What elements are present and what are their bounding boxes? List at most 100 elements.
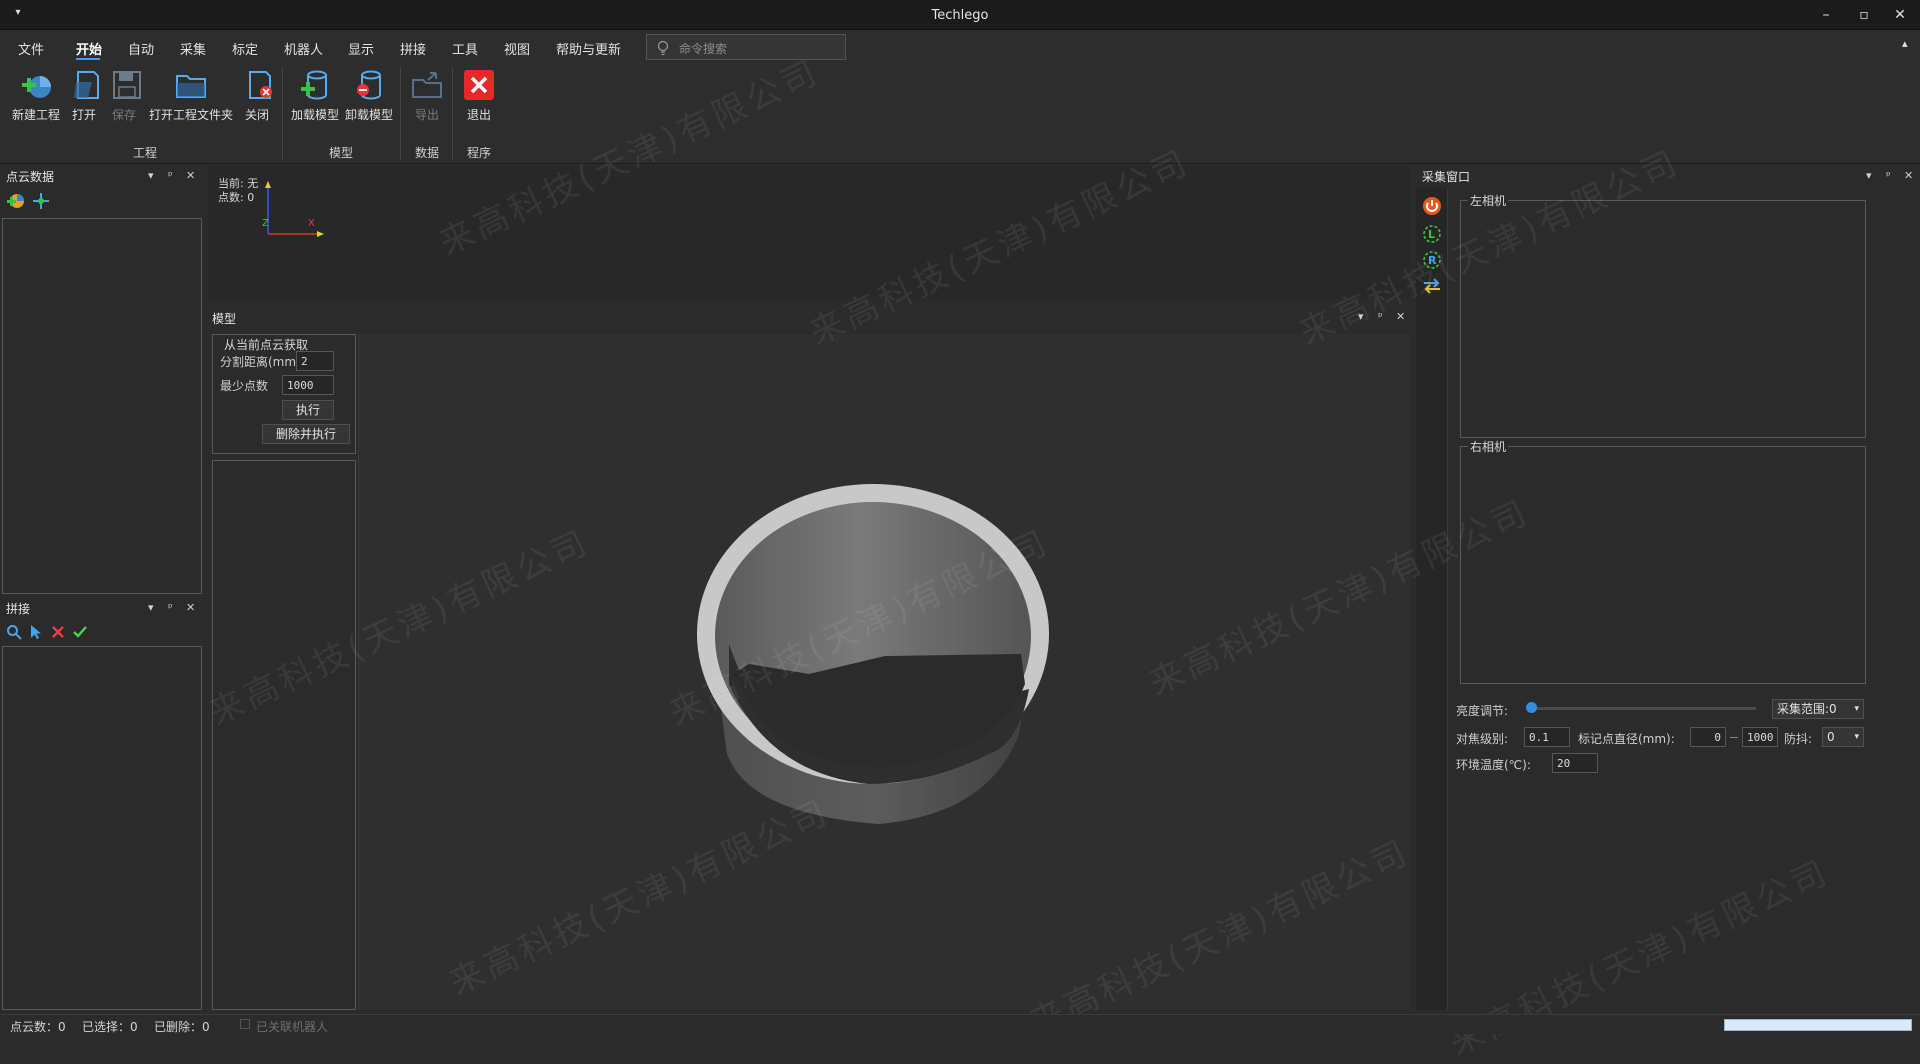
menu-auto[interactable]: 自动 — [128, 39, 154, 58]
open-button[interactable]: 打开 — [70, 68, 99, 123]
save-button[interactable]: 保存 — [110, 68, 141, 123]
delete-and-execute-button[interactable]: 删除并执行 — [262, 424, 350, 444]
temperature-input[interactable] — [1552, 753, 1598, 773]
marker-min-input[interactable] — [1690, 727, 1726, 747]
zoom-icon[interactable] — [6, 624, 22, 640]
unload-model-label: 卸载模型 — [344, 108, 393, 122]
menu-view[interactable]: 视图 — [504, 39, 530, 58]
load-model-button[interactable]: 加载模型 — [290, 68, 340, 123]
marker-diameter-label: 标记点直径(mm): — [1578, 732, 1675, 746]
left-camera-icon[interactable]: L — [1422, 224, 1442, 244]
close-panel-icon[interactable]: ✕ — [186, 601, 195, 614]
new-project-label: 新建工程 — [11, 108, 60, 122]
brightness-label: 亮度调节: — [1456, 704, 1509, 718]
collapse-ribbon-icon[interactable]: ▴ — [1902, 37, 1908, 50]
brightness-slider[interactable] — [1528, 707, 1756, 710]
marker-max-input[interactable] — [1742, 727, 1778, 747]
pointcloud-list[interactable] — [2, 218, 202, 594]
antishake-label: 防抖: — [1784, 732, 1813, 746]
pin-icon[interactable]: ᵖ — [168, 169, 173, 182]
menu-calibrate[interactable]: 标定 — [232, 39, 258, 58]
capture-panel: 采集窗口 ▾ ᵖ ✕ L R 左相机 右相机 亮度调节: 采集范围:0 ▾ 对焦级… — [1414, 166, 1920, 1012]
confirm-check-icon[interactable] — [72, 624, 88, 640]
split-distance-label: 分割距离(mm) — [220, 355, 301, 369]
menu-help-update[interactable]: 帮助与更新 — [556, 39, 621, 58]
model-list[interactable] — [212, 460, 356, 1010]
pointcloud-panel: 点云数据 ▾ ᵖ ✕ — [0, 166, 204, 596]
left-camera-label: 左相机 — [1468, 192, 1509, 209]
points-label: 点数: 0 — [218, 191, 255, 204]
svg-text:R: R — [1428, 254, 1437, 267]
pin-icon[interactable]: ᵖ — [1886, 169, 1891, 182]
right-camera-label: 右相机 — [1468, 438, 1509, 455]
restore-button[interactable]: ▫ — [1852, 4, 1876, 26]
menu-start[interactable]: 开始 — [76, 39, 102, 58]
menu-file[interactable]: 文件 — [18, 39, 44, 58]
3d-viewport[interactable] — [358, 334, 1410, 1010]
menu-capture[interactable]: 采集 — [180, 39, 206, 58]
close-project-button[interactable]: 关闭 — [242, 68, 272, 123]
progress-bar — [1724, 1019, 1912, 1031]
title-bar: ▾ Techlego – ▫ ✕ — [0, 0, 1920, 30]
add-pointcloud-icon[interactable] — [6, 192, 26, 210]
chevron-down-icon: ▾ — [1854, 732, 1859, 742]
panel-menu-icon[interactable]: ▾ — [1866, 169, 1872, 182]
unload-model-icon — [357, 70, 381, 100]
status-deleted: 已删除：0 — [154, 1020, 210, 1034]
brightness-slider-handle[interactable] — [1526, 702, 1537, 713]
group-model-label: 模型 — [328, 146, 353, 160]
menu-tools[interactable]: 工具 — [452, 39, 478, 58]
swap-arrows-icon[interactable] — [1422, 276, 1442, 296]
delete-x-icon[interactable] — [50, 624, 66, 640]
power-icon[interactable] — [1422, 196, 1442, 216]
execute-button[interactable]: 执行 — [282, 400, 334, 420]
range-dropdown[interactable]: 采集范围:0 ▾ — [1772, 699, 1864, 719]
active-menu-indicator — [76, 58, 100, 60]
stitch-list[interactable] — [2, 646, 202, 1010]
command-search-input[interactable]: 命令搜索 — [646, 34, 846, 60]
model-panel: 模型 ▾ ᵖ ✕ 从当前点云获取 分割距离(mm) 最少点数 执行 删除并执行 — [208, 302, 1410, 1012]
open-project-folder-button[interactable]: 打开工程文件夹 — [148, 68, 234, 123]
panel-menu-icon[interactable]: ▾ — [148, 169, 154, 182]
menu-stitch[interactable]: 拼接 — [400, 39, 426, 58]
chevron-down-icon: ▾ — [1854, 704, 1859, 714]
antishake-dropdown[interactable]: 0 ▾ — [1822, 727, 1864, 747]
close-panel-icon[interactable]: ✕ — [1904, 169, 1913, 182]
min-points-label: 最少点数 — [220, 379, 269, 393]
minimize-button[interactable]: – — [1814, 4, 1838, 26]
export-icon — [412, 72, 442, 98]
menu-display[interactable]: 显示 — [348, 39, 374, 58]
left-camera-view[interactable] — [1460, 200, 1866, 438]
exit-button[interactable]: 退出 — [462, 68, 496, 123]
load-model-icon — [301, 70, 327, 100]
close-panel-icon[interactable]: ✕ — [186, 169, 195, 182]
window-title: Techlego — [931, 8, 989, 23]
right-camera-icon[interactable]: R — [1422, 250, 1442, 270]
split-distance-input[interactable] — [296, 351, 334, 371]
close-label: 关闭 — [244, 108, 269, 122]
status-selected: 已选择：0 — [82, 1020, 138, 1034]
menu-robot[interactable]: 机器人 — [284, 39, 323, 58]
select-pointer-icon[interactable] — [28, 624, 44, 640]
pin-icon[interactable]: ᵖ — [168, 601, 173, 614]
split-pointcloud-icon[interactable] — [32, 192, 50, 210]
robot-linked-checkbox[interactable] — [240, 1019, 250, 1029]
panel-menu-icon[interactable]: ▾ — [148, 601, 154, 614]
capture-panel-title: 采集窗口 — [1422, 170, 1471, 184]
right-camera-view[interactable] — [1460, 446, 1866, 684]
new-project-button[interactable]: 新建工程 — [10, 68, 62, 123]
close-window-button[interactable]: ✕ — [1888, 4, 1912, 26]
axis-z-label: Z — [262, 218, 269, 229]
unload-model-button[interactable]: 卸载模型 — [344, 68, 394, 123]
model-panel-title: 模型 — [212, 312, 237, 326]
pin-icon[interactable]: ᵖ — [1378, 310, 1383, 323]
status-points: 点云数：0 — [10, 1020, 66, 1034]
save-disk-icon — [113, 71, 141, 99]
panel-menu-icon[interactable]: ▾ — [1358, 310, 1364, 323]
export-button[interactable]: 导出 — [410, 68, 444, 123]
close-panel-icon[interactable]: ✕ — [1396, 310, 1405, 323]
min-points-input[interactable] — [282, 375, 334, 395]
exit-label: 退出 — [466, 108, 491, 122]
focus-input[interactable] — [1524, 727, 1570, 747]
close-file-icon — [249, 71, 272, 99]
